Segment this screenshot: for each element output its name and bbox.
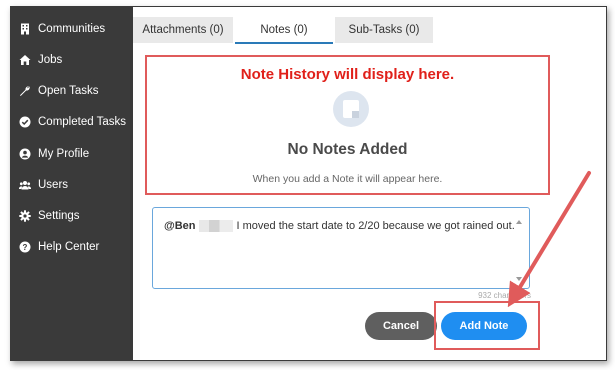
cancel-button[interactable]: Cancel bbox=[365, 312, 437, 340]
users-icon bbox=[19, 179, 31, 191]
sidebar-item-label: Help Center bbox=[38, 241, 100, 253]
sidebar-item-label: Users bbox=[38, 179, 69, 191]
sidebar-item-communities[interactable]: Communities bbox=[19, 19, 105, 39]
annotation-label: Note History will display here. bbox=[240, 66, 455, 83]
home-icon bbox=[19, 54, 31, 66]
sidebar-item-label: My Profile bbox=[38, 148, 90, 160]
tab-notes[interactable]: Notes (0) bbox=[235, 17, 333, 44]
note-icon bbox=[333, 91, 369, 127]
user-circle-icon bbox=[19, 148, 31, 160]
sidebar-item-label: Settings bbox=[38, 210, 80, 222]
note-body: I moved the start date to 2/20 because w… bbox=[236, 220, 515, 232]
note-textarea[interactable]: @Ben I moved the start date to 2/20 becau… bbox=[152, 207, 530, 289]
task-detail-panel: Attachments (0) Notes (0) Sub-Tasks (0) … bbox=[133, 7, 606, 360]
building-icon bbox=[19, 23, 31, 35]
sidebar-item-jobs[interactable]: Jobs bbox=[19, 50, 62, 70]
scroll-up-arrow-icon[interactable] bbox=[516, 220, 522, 224]
app-window: Communities Jobs Open Tasks Completed Ta… bbox=[10, 6, 607, 361]
check-circle-icon bbox=[19, 116, 31, 128]
sidebar-item-completed-tasks[interactable]: Completed Tasks bbox=[19, 112, 126, 132]
empty-state-title: No Notes Added bbox=[287, 141, 408, 158]
tab-subtasks[interactable]: Sub-Tasks (0) bbox=[335, 17, 433, 43]
sidebar: Communities Jobs Open Tasks Completed Ta… bbox=[11, 7, 133, 360]
character-count: 932 characters bbox=[478, 291, 531, 300]
wrench-icon bbox=[19, 85, 31, 97]
sidebar-item-users[interactable]: Users bbox=[19, 175, 68, 195]
note-history-area: Note History will display here. No Notes… bbox=[145, 55, 550, 195]
add-note-highlight-box bbox=[434, 301, 540, 350]
gear-icon bbox=[19, 210, 31, 222]
tab-attachments[interactable]: Attachments (0) bbox=[133, 17, 233, 43]
note-text: @Ben I moved the start date to 2/20 becau… bbox=[164, 220, 515, 233]
empty-state-subtitle: When you add a Note it will appear here. bbox=[252, 173, 443, 185]
question-circle-icon: ? bbox=[19, 241, 31, 253]
sidebar-item-help-center[interactable]: ? Help Center bbox=[19, 237, 99, 257]
sidebar-item-label: Jobs bbox=[38, 54, 63, 66]
scroll-down-arrow-icon[interactable] bbox=[516, 277, 522, 281]
redacted-name bbox=[198, 220, 233, 233]
mention-tag: @Ben bbox=[164, 220, 196, 232]
sidebar-item-label: Completed Tasks bbox=[38, 116, 126, 128]
sidebar-item-label: Communities bbox=[38, 23, 106, 35]
sidebar-item-my-profile[interactable]: My Profile bbox=[19, 144, 89, 164]
sidebar-item-settings[interactable]: Settings bbox=[19, 206, 80, 226]
sidebar-item-open-tasks[interactable]: Open Tasks bbox=[19, 81, 99, 101]
sidebar-item-label: Open Tasks bbox=[38, 85, 99, 97]
svg-text:?: ? bbox=[23, 243, 28, 252]
tab-bar: Attachments (0) Notes (0) Sub-Tasks (0) bbox=[133, 17, 606, 47]
